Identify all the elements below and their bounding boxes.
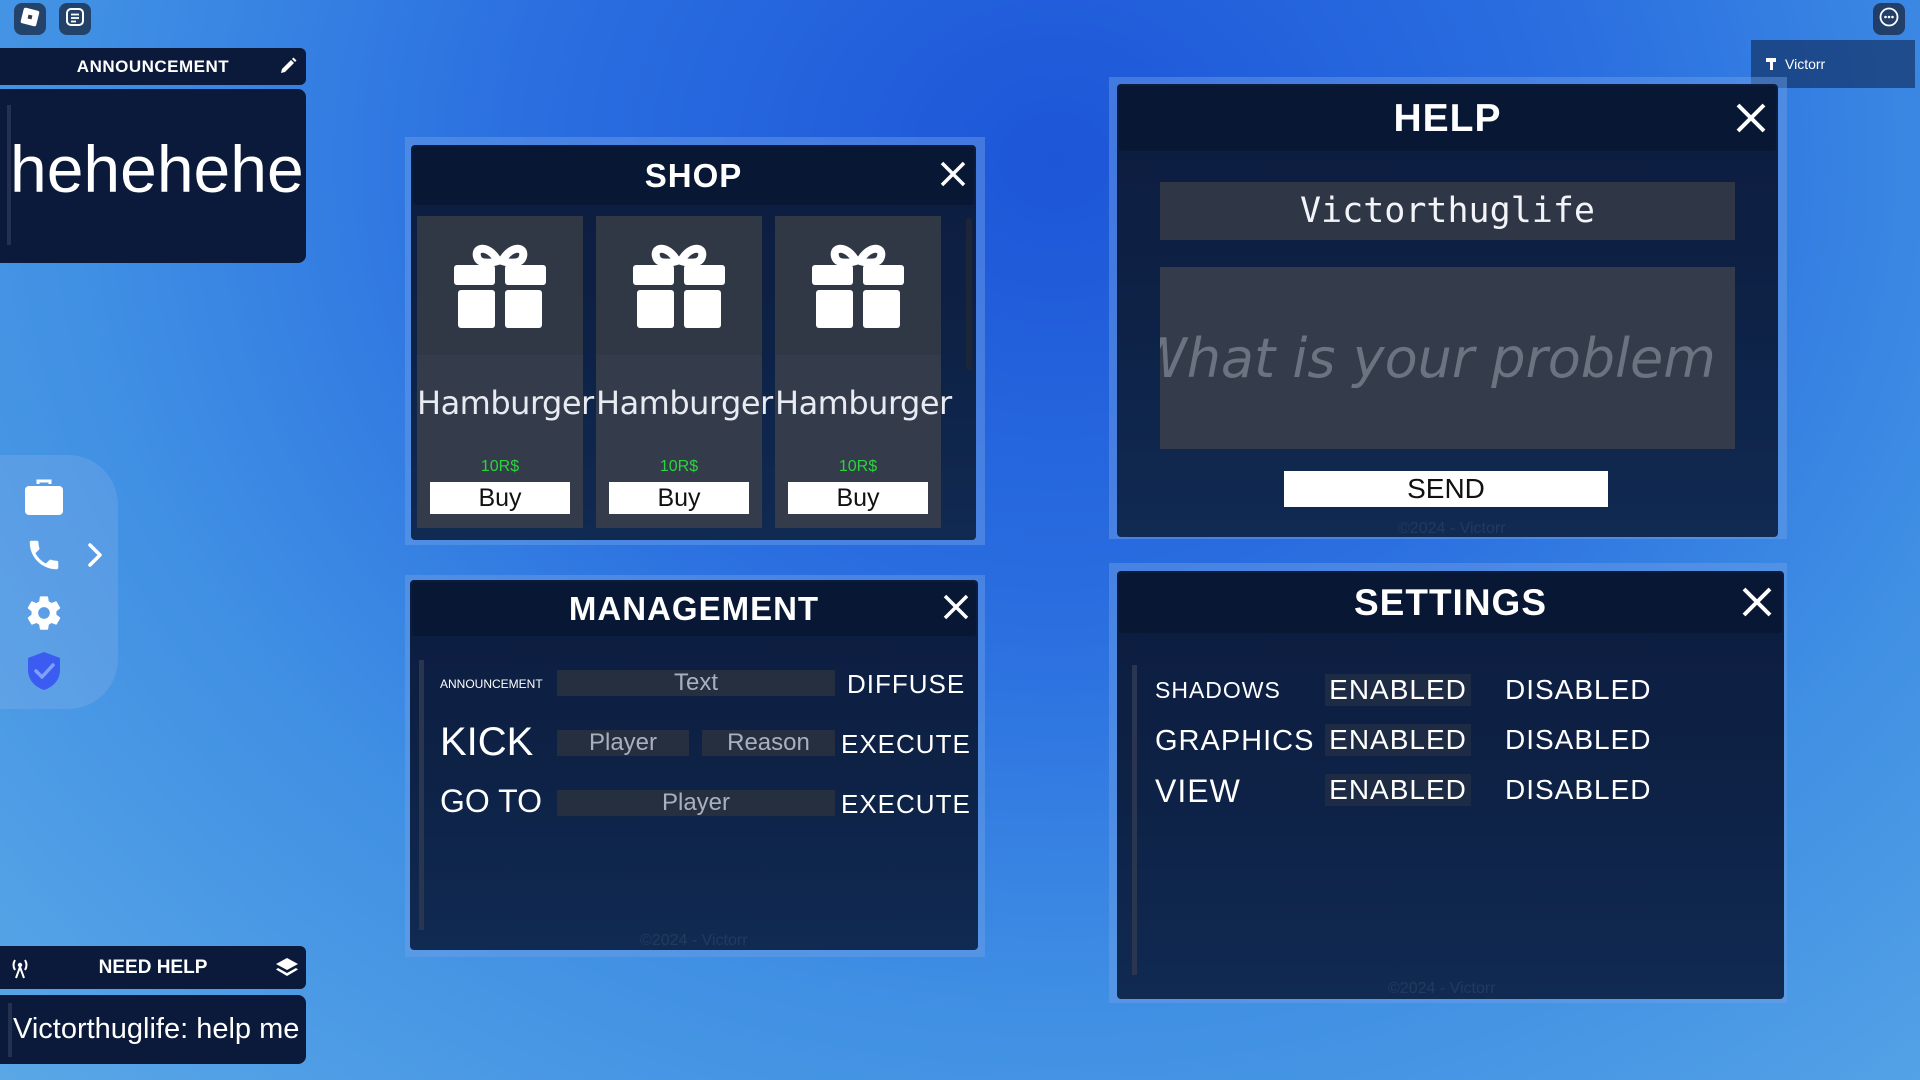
dock-call-button[interactable] — [22, 535, 66, 579]
need-help-title: NEED HELP — [98, 956, 208, 978]
management-scrollbar[interactable] — [419, 660, 424, 930]
graphics-label: GRAPHICS — [1155, 725, 1315, 757]
need-help-box: Victorthuglife: help me — [0, 995, 306, 1064]
pencil-icon[interactable] — [278, 56, 298, 81]
shop-item-thumbnail — [417, 216, 583, 355]
settings-scrollbar[interactable] — [1132, 665, 1137, 975]
gift-icon — [812, 237, 904, 334]
management-title-bar: MANAGEMENT — [412, 582, 976, 636]
need-help-message: Victorthuglife: help me — [13, 1013, 300, 1045]
need-help-scrollbar[interactable] — [8, 1003, 12, 1057]
more-menu-button[interactable] — [1873, 3, 1905, 35]
chat-button[interactable] — [59, 3, 91, 35]
need-help-header: NEED HELP — [0, 946, 306, 989]
shop-item-thumbnail — [596, 216, 762, 355]
shield-check-icon — [25, 650, 63, 697]
chevron-right-icon — [84, 540, 106, 575]
settings-title-bar: SETTINGS — [1119, 573, 1782, 633]
goto-label: GO TO — [440, 783, 542, 819]
gift-icon — [454, 237, 546, 334]
announcement-text-input[interactable]: Text — [557, 669, 835, 696]
dock-expand-button[interactable] — [75, 535, 115, 579]
kick-reason-input[interactable]: Reason — [702, 729, 835, 756]
shop-item-thumbnail — [775, 216, 941, 355]
shop-title-bar: SHOP — [413, 147, 974, 205]
shadows-disabled-button[interactable]: DISABLED — [1505, 674, 1652, 706]
shadows-enabled-button[interactable]: ENABLED — [1325, 674, 1471, 706]
announcement-box: hehehehe — [0, 89, 306, 263]
announcement-label: ANNOUNCEMENT — [440, 677, 543, 691]
roblox-menu-button[interactable] — [14, 3, 46, 35]
briefcase-icon — [24, 478, 64, 521]
buy-button[interactable]: Buy — [788, 482, 928, 514]
settings-footer: ©2024 - Victorr — [1388, 980, 1496, 997]
gear-icon — [24, 593, 64, 638]
help-title-bar: HELP — [1119, 86, 1776, 151]
shop-scrollbar[interactable] — [966, 218, 972, 370]
help-footer: ©2024 - Victorr — [1398, 520, 1506, 537]
hammer-icon — [1765, 56, 1779, 73]
goto-execute-button[interactable]: EXECUTE — [841, 789, 971, 820]
graphics-disabled-button[interactable]: DISABLED — [1505, 724, 1652, 756]
close-icon — [1741, 586, 1773, 623]
view-enabled-button[interactable]: ENABLED — [1325, 774, 1471, 806]
management-footer: ©2024 - Victorr — [640, 932, 748, 949]
close-icon — [939, 160, 967, 193]
dock-moderation-button[interactable] — [22, 651, 66, 695]
announcement-header: ANNOUNCEMENT — [0, 48, 306, 85]
shadows-label: SHADOWS — [1155, 677, 1281, 703]
dock-shop-button[interactable] — [22, 477, 66, 521]
shop-item-card: Hamburger 10R$ Buy — [596, 216, 773, 528]
send-button[interactable]: SEND — [1284, 471, 1608, 507]
announcement-title: ANNOUNCEMENT — [76, 56, 230, 76]
management-close-button[interactable] — [938, 591, 974, 627]
buy-button[interactable]: Buy — [430, 482, 570, 514]
close-icon — [942, 593, 970, 626]
help-close-button[interactable] — [1731, 100, 1771, 140]
shop-item-name: Hamburger — [417, 384, 594, 422]
close-icon — [1735, 102, 1767, 139]
announcement-message: hehehehe — [10, 132, 304, 206]
help-title: HELP — [1393, 96, 1502, 140]
shop-close-button[interactable] — [935, 158, 971, 194]
buy-button[interactable]: Buy — [609, 482, 749, 514]
shop-item-price: 10R$ — [480, 458, 520, 475]
phone-icon — [25, 536, 63, 579]
management-title: MANAGEMENT — [568, 590, 820, 627]
shop-item-name: Hamburger — [596, 384, 773, 422]
shop-item-price: 10R$ — [838, 458, 878, 475]
dock-settings-button[interactable] — [22, 593, 66, 637]
view-label: VIEW — [1155, 773, 1241, 809]
kick-label: KICK — [440, 720, 534, 764]
help-problem-input[interactable]: What is your problem ? — [1160, 267, 1735, 449]
more-icon — [1878, 6, 1900, 33]
view-disabled-button[interactable]: DISABLED — [1505, 774, 1652, 806]
gift-icon — [633, 237, 725, 334]
layers-icon[interactable] — [274, 955, 300, 987]
chat-icon — [64, 6, 86, 33]
goto-player-input[interactable]: Player — [557, 789, 835, 816]
shop-item-price: 10R$ — [659, 458, 699, 475]
shop-item-card: Hamburger 10R$ Buy — [775, 216, 952, 528]
shop-title: SHOP — [644, 157, 743, 194]
shop-item-name: Hamburger — [775, 384, 952, 422]
kick-execute-button[interactable]: EXECUTE — [841, 729, 971, 760]
side-dock — [0, 455, 118, 709]
settings-title: SETTINGS — [1353, 582, 1548, 623]
help-username-field[interactable]: Victorthuglife — [1160, 182, 1735, 240]
kick-player-input[interactable]: Player — [557, 729, 689, 756]
graphics-enabled-button[interactable]: ENABLED — [1325, 724, 1471, 756]
shop-item-card: Hamburger 10R$ Buy — [417, 216, 594, 528]
diffuse-button[interactable]: DIFFUSE — [847, 669, 965, 700]
player-name: Victorr — [1785, 56, 1826, 72]
settings-close-button[interactable] — [1737, 584, 1777, 624]
broadcast-icon[interactable] — [8, 956, 32, 986]
roblox-logo-icon — [19, 6, 41, 33]
